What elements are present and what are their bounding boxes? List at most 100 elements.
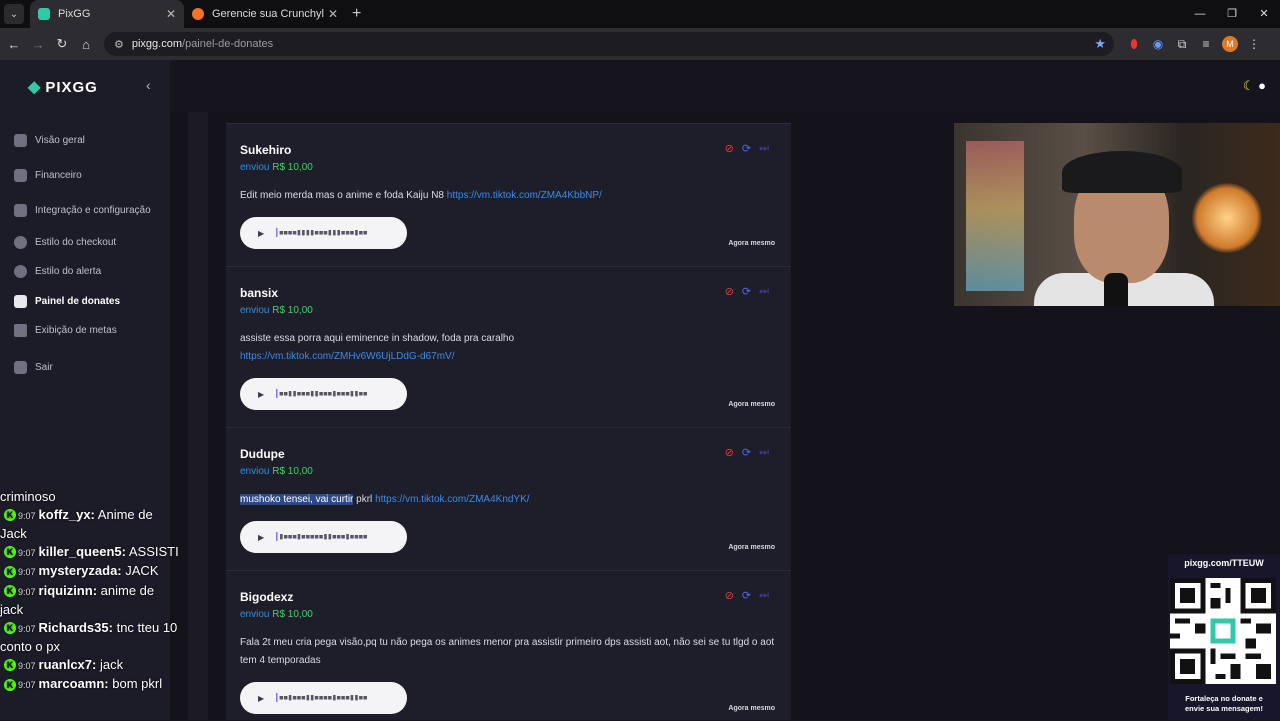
close-tab-icon[interactable]: ✕ (328, 7, 338, 21)
donation-card: Dudupe enviou R$ 10,00 ⊘ ⟳ ⏭ mushoko ten… (226, 428, 791, 571)
extension-audio-icon[interactable]: ◉ (1146, 37, 1170, 51)
pixgg-logo[interactable]: ◆ PIXGG (28, 77, 98, 97)
donation-message: mushoko tensei, vai curtir pkrl https://… (240, 494, 530, 505)
profile-avatar[interactable]: M (1222, 36, 1238, 52)
replay-icon[interactable]: ⟳ (742, 285, 751, 298)
crunchyroll-favicon-icon (192, 8, 204, 20)
donor-name: Dudupe (240, 447, 285, 461)
block-icon[interactable]: ⊘ (725, 142, 734, 155)
sidebar-item-financeiro[interactable]: Financeiro (14, 169, 82, 182)
microphone (1104, 273, 1128, 306)
pixgg-favicon-icon (38, 8, 50, 20)
logout-icon (14, 361, 27, 374)
audio-waveform[interactable]: |▪▪▮▪▪▪▮▮▪▪▪▪▮▪▪▪▮▮▪▪ (274, 693, 368, 703)
minimize-icon[interactable]: — (1184, 0, 1216, 28)
donation-time: Agora mesmo (728, 544, 775, 551)
palette-icon (14, 236, 27, 249)
window-controls: — ❐ ✕ (1184, 0, 1280, 28)
chat-message: K 9:07 riquizinn: anime de jack (0, 582, 155, 618)
block-icon[interactable]: ⊘ (725, 446, 734, 459)
extensions-puzzle-icon[interactable]: ⧉ (1170, 37, 1194, 52)
sidebar-item-visao-geral[interactable]: Visão geral (14, 134, 85, 147)
stream-chat-overlay: criminoso K 9:07 koffz_yx: Anime de Jack K… (0, 488, 180, 695)
replay-icon[interactable]: ⟳ (742, 589, 751, 602)
home-icon[interactable]: ⌂ (74, 37, 98, 52)
collapse-sidebar-icon[interactable]: ‹ (146, 77, 151, 93)
tab-pixgg[interactable]: PixGG ✕ (30, 0, 184, 28)
browser-menu-icon[interactable]: ⋮ (1242, 37, 1266, 51)
donation-actions: ⊘ ⟳ ⏭ (725, 142, 769, 155)
audio-player[interactable]: ▶ |▪▪▮▮▪▪▪▮▮▪▪▪▮▪▪▪▮▮▪▪ (240, 378, 407, 410)
skip-icon[interactable]: ⏭ (759, 285, 769, 298)
donation-link[interactable]: https://vm.tiktok.com/ZMHv6W6UjLDdG-d67m… (240, 351, 455, 362)
donation-amount-line: enviou R$ 10,00 (240, 305, 313, 316)
play-icon[interactable]: ▶ (258, 694, 264, 703)
chat-message: K 9:07 koffz_yx: Anime de Jack (0, 506, 153, 542)
sidebar-item-painel-donates[interactable]: Painel de donates (14, 295, 120, 308)
extension-red-icon[interactable]: ⬮ (1122, 37, 1146, 52)
replay-icon[interactable]: ⟳ (742, 446, 751, 459)
skip-icon[interactable]: ⏭ (759, 446, 769, 459)
audio-waveform[interactable]: |▪▪▮▮▪▪▪▮▮▪▪▪▮▪▪▪▮▮▪▪ (274, 389, 368, 399)
tab-crunchyroll[interactable]: Gerencie sua Crunchylista | Cru ✕ (184, 0, 346, 28)
donation-link[interactable]: https://vm.tiktok.com/ZMA4KndYK/ (375, 494, 530, 505)
donor-name: bansix (240, 286, 279, 300)
audio-player[interactable]: ▶ |▪▪▪▪▮▮▮▮▪▪▪▮▮▮▪▪▪▮▪▪ (240, 217, 407, 249)
audio-waveform[interactable]: |▪▪▪▪▮▮▮▮▪▪▪▮▮▮▪▪▪▮▪▪ (274, 228, 368, 238)
tab-search-icon[interactable]: ⌄ (4, 4, 24, 24)
donation-amount-line: enviou R$ 10,00 (240, 162, 313, 173)
extensions-area: ⬮ ◉ ⧉ ≡ M ⋮ (1122, 32, 1266, 56)
theme-toggle-moon-icon[interactable]: ☾ ● (1243, 78, 1266, 94)
bookmark-star-icon[interactable]: ★ (1094, 36, 1106, 52)
forward-icon[interactable]: → (26, 37, 50, 52)
kick-badge-icon: K (4, 659, 16, 672)
sidebar-item-label: Sair (35, 362, 53, 373)
skip-icon[interactable]: ⏭ (759, 142, 769, 155)
donation-link[interactable]: https://vm.tiktok.com/ZMA4KbbNP/ (447, 190, 602, 201)
url-input[interactable]: ⚙ pixgg.com/painel-de-donates ★ (104, 32, 1114, 56)
play-icon[interactable]: ▶ (258, 390, 264, 399)
tab-title: PixGG (58, 8, 91, 20)
donor-name: Sukehiro (240, 143, 292, 157)
donation-amount-line: enviou R$ 10,00 (240, 466, 313, 477)
donation-time: Agora mesmo (728, 401, 775, 408)
donation-card: bansix enviou R$ 10,00 ⊘ ⟳ ⏭ assiste ess… (226, 267, 791, 428)
settings-icon (14, 204, 27, 217)
url-host: pixgg.com (131, 38, 183, 50)
new-tab-button[interactable]: + (352, 5, 361, 23)
audio-waveform[interactable]: |▮▪▪▪▮▪▪▪▪▪▮▮▪▪▪▮▪▪▪▪ (274, 532, 368, 542)
site-info-icon[interactable]: ⚙ (114, 38, 124, 51)
block-icon[interactable]: ⊘ (725, 285, 734, 298)
sidebar-item-label: Estilo do alerta (35, 266, 102, 277)
play-icon[interactable]: ▶ (258, 229, 264, 238)
sidebar-item-sair[interactable]: Sair (14, 361, 53, 374)
sidebar-item-estilo-alerta[interactable]: Estilo do alerta (14, 265, 101, 278)
sidebar-item-integracao[interactable]: Integração e configuração (14, 204, 151, 217)
restore-icon[interactable]: ❐ (1216, 0, 1248, 28)
audio-player[interactable]: ▶ |▪▪▮▪▪▪▮▮▪▪▪▪▮▪▪▪▮▮▪▪ (240, 682, 407, 714)
streamer-cap (1062, 151, 1182, 193)
reload-icon[interactable]: ↻ (50, 36, 74, 52)
chat-message: K 9:07 Richards35: tnc tteu 10 conto o px (0, 619, 178, 655)
play-icon[interactable]: ▶ (258, 533, 264, 542)
back-icon[interactable]: ← (2, 37, 26, 52)
sidebar-item-label: Exibição de metas (35, 325, 117, 336)
donation-message: Edit meio merda mas o anime e foda Kaiju… (240, 190, 602, 201)
chart-icon (14, 295, 27, 308)
kick-badge-icon: K (4, 565, 16, 578)
skip-icon[interactable]: ⏭ (759, 589, 769, 602)
kick-badge-icon: K (4, 585, 16, 598)
block-icon[interactable]: ⊘ (725, 589, 734, 602)
sidebar-item-estilo-checkout[interactable]: Estilo do checkout (14, 236, 116, 249)
audio-player[interactable]: ▶ |▮▪▪▪▮▪▪▪▪▪▮▮▪▪▪▮▪▪▪▪ (240, 521, 407, 553)
donation-message: Fala 2t meu cria pega visão,pq tu não pe… (240, 637, 775, 666)
close-window-icon[interactable]: ✕ (1248, 0, 1280, 28)
replay-icon[interactable]: ⟳ (742, 142, 751, 155)
donation-time: Agora mesmo (728, 240, 775, 247)
donation-card: Sukehiro enviou R$ 10,00 ⊘ ⟳ ⏭ Edit meio… (226, 124, 791, 267)
close-tab-icon[interactable]: ✕ (166, 7, 176, 21)
media-control-icon[interactable]: ≡ (1194, 37, 1218, 51)
qr-code (1170, 578, 1276, 684)
sidebar-item-exibicao-metas[interactable]: Exibição de metas (14, 324, 117, 337)
address-bar-row: ← → ↻ ⌂ ⚙ pixgg.com/painel-de-donates ★ … (0, 28, 1280, 60)
